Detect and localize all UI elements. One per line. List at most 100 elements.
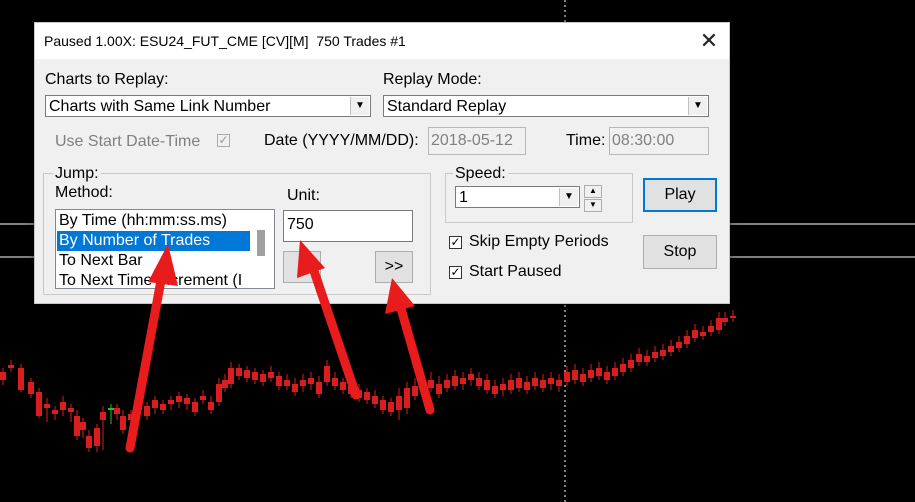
speed-up-icon[interactable]: ▲	[584, 185, 602, 198]
candle-body	[364, 392, 370, 400]
candle-body	[208, 402, 214, 410]
candle-body	[596, 368, 602, 376]
candle-body	[572, 370, 578, 380]
candle-body	[588, 370, 594, 378]
chevron-down-icon[interactable]: ▼	[559, 188, 578, 206]
candle-body	[100, 412, 106, 420]
speed-value: 1	[459, 189, 468, 206]
candle-body	[86, 436, 92, 448]
unit-input[interactable]: 750	[283, 210, 413, 242]
candle-body	[508, 380, 514, 390]
candle-body	[444, 380, 450, 388]
charts-to-replay-label: Charts to Replay:	[45, 71, 169, 88]
candle-body	[300, 380, 306, 386]
candle-body	[108, 408, 114, 410]
list-item[interactable]: By Time (hh:mm:ss.ms)	[59, 211, 227, 231]
candle-body	[8, 365, 14, 368]
candle-body	[476, 378, 482, 386]
jump-forward-button[interactable]: >>	[375, 251, 413, 283]
skip-empty-checkbox[interactable]: ✓	[449, 236, 462, 249]
candle-body	[80, 422, 86, 430]
candle-body	[36, 392, 42, 416]
candle-body	[420, 384, 426, 392]
candle-body	[730, 316, 736, 318]
jump-back-button[interactable]	[283, 251, 321, 283]
candle-body	[68, 408, 74, 412]
candle-body	[324, 366, 330, 382]
close-icon[interactable]: ✕	[697, 29, 721, 53]
candle-body	[160, 404, 166, 410]
speed-label: Speed:	[453, 165, 508, 183]
use-start-datetime-checkbox[interactable]: ✓	[217, 134, 230, 147]
candle-body	[222, 380, 228, 388]
skip-empty-label: Skip Empty Periods	[469, 233, 609, 250]
candle-body	[292, 384, 298, 392]
candle-body	[356, 390, 362, 398]
candle-body	[684, 336, 690, 344]
title-bar: Paused 1.00X: ESU24_FUT_CME [CV][M] 750 …	[35, 23, 729, 59]
candle-body	[644, 356, 650, 362]
candle-body	[372, 396, 378, 404]
date-value: 2018-05-12	[431, 132, 513, 149]
candle-body	[460, 378, 466, 384]
candle-body	[252, 372, 258, 380]
play-button[interactable]: Play	[643, 178, 717, 212]
list-item-selected[interactable]: By Number of Trades	[57, 231, 250, 251]
candle-body	[516, 378, 522, 388]
replay-mode-label: Replay Mode:	[383, 71, 482, 88]
method-list-scrollbar[interactable]	[257, 230, 265, 256]
candle-body	[184, 398, 190, 404]
charts-to-replay-select[interactable]: Charts with Same Link Number ▼	[45, 95, 371, 117]
speed-down-icon[interactable]: ▼	[584, 199, 602, 212]
candle-body	[612, 368, 618, 376]
candle-body	[380, 400, 386, 410]
stop-button[interactable]: Stop	[643, 235, 717, 269]
time-value: 08:30:00	[612, 132, 675, 149]
date-field[interactable]: 2018-05-12	[428, 127, 526, 155]
candle-body	[532, 378, 538, 386]
candle-body	[44, 404, 50, 408]
replay-mode-value: Standard Replay	[387, 98, 507, 115]
candle-body	[660, 350, 666, 356]
candle-body	[412, 386, 418, 396]
candle-body	[144, 406, 150, 416]
candle-body	[396, 396, 402, 410]
candle-body	[192, 402, 198, 412]
candle-body	[692, 330, 698, 338]
candle-body	[524, 382, 530, 390]
list-item[interactable]: To Next Bar	[59, 251, 143, 271]
candle-body	[340, 382, 346, 390]
time-field[interactable]: 08:30:00	[609, 127, 709, 155]
candle-body	[540, 380, 546, 388]
candle-body	[564, 372, 570, 382]
candle-body	[716, 318, 722, 330]
candle-body	[176, 396, 182, 402]
speed-select[interactable]: 1 ▼	[455, 186, 580, 208]
method-list[interactable]: By Time (hh:mm:ss.ms) By Number of Trade…	[55, 209, 275, 289]
start-paused-checkbox[interactable]: ✓	[449, 266, 462, 279]
candle-body	[244, 370, 250, 378]
candle-body	[700, 332, 706, 336]
candle-body	[228, 368, 234, 384]
list-item[interactable]: To Next Time Increment (I	[59, 271, 242, 288]
candle-body	[308, 378, 314, 384]
candle-body	[236, 368, 242, 376]
candle-body	[500, 384, 506, 390]
candle-body	[52, 410, 58, 414]
candle-body	[652, 352, 658, 358]
charts-to-replay-value: Charts with Same Link Number	[49, 98, 271, 115]
candle-body	[452, 376, 458, 386]
candle-body	[580, 374, 586, 382]
replay-dialog: Paused 1.00X: ESU24_FUT_CME [CV][M] 750 …	[34, 22, 730, 304]
chevron-down-icon[interactable]: ▼	[350, 97, 369, 115]
candle-body	[548, 378, 554, 384]
jump-label: Jump:	[53, 165, 101, 183]
time-label: Time:	[566, 132, 606, 149]
chevron-down-icon[interactable]: ▼	[688, 97, 707, 115]
candle-body	[60, 402, 66, 410]
candle-body	[0, 372, 6, 380]
candle-body	[636, 354, 642, 362]
candle-body	[268, 372, 274, 378]
replay-mode-select[interactable]: Standard Replay ▼	[383, 95, 709, 117]
date-label: Date (YYYY/MM/DD):	[264, 132, 419, 149]
